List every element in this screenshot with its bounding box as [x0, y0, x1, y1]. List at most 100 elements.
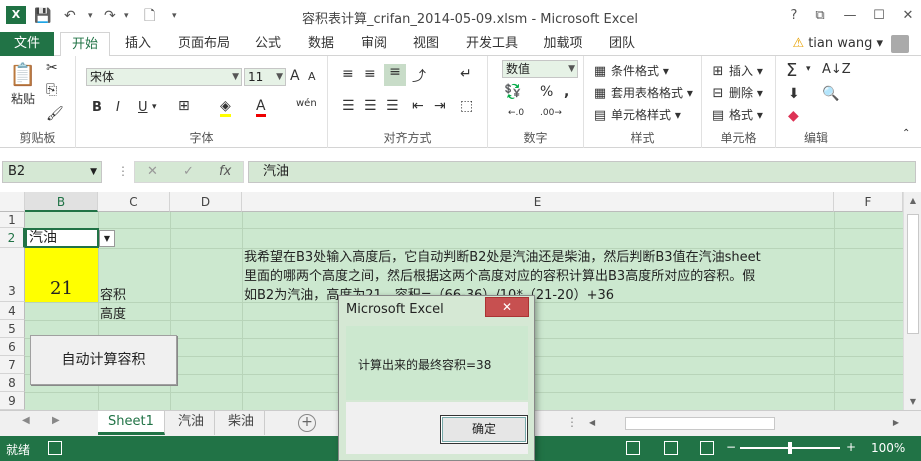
grow-font-button[interactable]: A — [290, 68, 300, 84]
align-middle-icon[interactable]: ≡ — [364, 66, 376, 82]
decrease-decimal-icon[interactable]: .00→ — [540, 108, 562, 118]
cell-b3[interactable]: 21 — [25, 248, 98, 302]
align-top-icon[interactable]: ≡ — [342, 66, 354, 82]
row-header-7[interactable]: 7 — [0, 356, 25, 374]
tab-page-layout[interactable]: 页面布局 — [172, 32, 236, 56]
help-button[interactable]: ? — [781, 5, 807, 27]
vertical-scroll-thumb[interactable] — [907, 214, 919, 334]
tab-home[interactable]: 开始 — [60, 32, 110, 57]
format-cells-button[interactable]: ▤ 格式 ▾ — [710, 106, 763, 124]
cell-styles-button[interactable]: ▤ 单元格样式 ▾ — [592, 106, 681, 124]
zoom-level[interactable]: 100% — [871, 441, 905, 455]
cell-c4[interactable]: 高度 — [100, 303, 126, 322]
scroll-left-icon[interactable]: ◀ — [589, 418, 595, 427]
row-header-8[interactable]: 8 — [0, 374, 25, 392]
align-bottom-icon[interactable]: ≡ — [384, 64, 406, 86]
tab-developer[interactable]: 开发工具 — [460, 32, 524, 56]
column-header-b[interactable]: B — [25, 192, 98, 212]
confirm-entry-icon[interactable]: ✓ — [183, 162, 194, 182]
font-color-button[interactable]: A — [256, 98, 266, 117]
column-header-f[interactable]: F — [834, 192, 903, 212]
accounting-format-icon[interactable]: 💱 — [504, 84, 521, 100]
add-sheet-button[interactable]: + — [298, 414, 316, 432]
cell-b2-selected[interactable]: 汽油 — [25, 228, 99, 248]
insert-function-icon[interactable]: fx — [219, 162, 231, 182]
row-header-5[interactable]: 5 — [0, 320, 25, 338]
select-all-corner[interactable] — [0, 192, 25, 212]
autosum-icon[interactable]: Σ — [786, 60, 797, 81]
zoom-out-button[interactable]: − — [726, 440, 736, 454]
zoom-slider-knob[interactable] — [788, 442, 792, 454]
sheet-tab-diesel[interactable]: 柴油 — [218, 411, 266, 435]
vertical-scrollbar[interactable]: ▲ ▼ — [903, 192, 921, 410]
column-header-e[interactable]: E — [242, 192, 834, 212]
horizontal-scroll-thumb[interactable] — [625, 417, 775, 430]
align-right-icon[interactable]: ☰ — [386, 98, 399, 114]
page-break-view-icon[interactable] — [700, 441, 714, 455]
next-sheet-icon[interactable]: ▶ — [52, 415, 60, 426]
tab-view[interactable]: 视图 — [408, 32, 444, 56]
row-header-9[interactable]: 9 — [0, 392, 25, 410]
align-center-icon[interactable]: ☰ — [364, 98, 377, 114]
font-name-select[interactable]: 宋体 ▼ — [86, 68, 242, 86]
insert-cells-button[interactable]: ⊞ 插入 ▾ — [710, 62, 763, 80]
sheet-tab-sheet1[interactable]: Sheet1 — [98, 411, 165, 435]
font-size-select[interactable]: 11 ▼ — [244, 68, 286, 86]
percent-button[interactable]: % — [540, 84, 553, 100]
delete-cells-button[interactable]: ⊟ 删除 ▾ — [710, 84, 763, 102]
formula-input[interactable]: 汽油 — [248, 161, 916, 183]
tab-formulas[interactable]: 公式 — [250, 32, 286, 56]
tab-file[interactable]: 文件 — [0, 32, 54, 56]
fill-color-icon[interactable]: ◈ — [220, 98, 231, 117]
shrink-font-button[interactable]: A — [308, 70, 316, 83]
tab-team[interactable]: 团队 — [604, 32, 640, 56]
scroll-right-icon[interactable]: ▶ — [893, 418, 899, 427]
row-header-1[interactable]: 1 — [0, 212, 25, 228]
undo-dropdown-icon[interactable]: ▾ — [88, 6, 93, 26]
tab-addins[interactable]: 加载项 — [538, 32, 588, 56]
row-header-3[interactable]: 3 — [0, 248, 25, 302]
copy-icon[interactable]: ⎘ — [46, 82, 57, 98]
fill-icon[interactable]: ⬇ — [788, 86, 800, 102]
tab-splitter-icon[interactable]: ⋮ — [566, 415, 578, 429]
row-header-6[interactable]: 6 — [0, 338, 25, 356]
format-as-table-button[interactable]: ▦ 套用表格格式 ▾ — [592, 84, 693, 102]
increase-indent-icon[interactable]: ⇥ — [434, 98, 446, 114]
collapse-ribbon-icon[interactable]: ⌃ — [902, 128, 910, 139]
sheet-tab-gasoline[interactable]: 汽油 — [168, 411, 216, 435]
save-icon[interactable]: 💾 — [34, 6, 51, 26]
orientation-icon[interactable]: ⤴ — [412, 66, 426, 86]
customize-qat-icon[interactable]: ▾ — [172, 6, 177, 26]
prev-sheet-icon[interactable]: ◀ — [22, 415, 30, 426]
tab-data[interactable]: 数据 — [302, 32, 340, 56]
row-header-4[interactable]: 4 — [0, 302, 25, 320]
sort-filter-icon[interactable]: A↓Z — [822, 62, 851, 77]
tab-insert[interactable]: 插入 — [116, 32, 160, 56]
close-window-button[interactable]: ✕ — [895, 5, 921, 27]
italic-button[interactable]: I — [116, 100, 120, 115]
undo-icon[interactable]: ↶ — [64, 6, 76, 26]
find-select-icon[interactable]: 🔍 — [822, 86, 839, 102]
scroll-down-icon[interactable]: ▼ — [904, 397, 921, 406]
redo-icon[interactable]: ↷ — [104, 6, 116, 26]
conditional-formatting-button[interactable]: ▦ 条件格式 ▾ — [592, 62, 669, 80]
column-header-d[interactable]: D — [170, 192, 242, 212]
data-validation-dropdown[interactable]: ▼ — [99, 230, 115, 247]
format-painter-icon[interactable]: 🖌 — [46, 106, 64, 122]
maximize-button[interactable]: ☐ — [866, 5, 892, 27]
auto-calc-volume-button[interactable]: 自动计算容积 — [30, 335, 177, 385]
paste-button[interactable]: 📋 粘贴 — [8, 62, 38, 112]
dialog-close-button[interactable]: ✕ — [485, 297, 529, 317]
ribbon-display-button[interactable]: ⧉ — [807, 5, 833, 27]
row-header-2[interactable]: 2 — [0, 228, 25, 248]
normal-view-icon[interactable] — [626, 441, 640, 455]
clear-icon[interactable]: ◆ — [788, 108, 799, 124]
tab-review[interactable]: 审阅 — [356, 32, 392, 56]
underline-dropdown-icon[interactable]: ▾ — [152, 102, 157, 112]
align-left-icon[interactable]: ☰ — [342, 98, 355, 114]
wrap-text-icon[interactable]: ↵ — [460, 66, 472, 82]
horizontal-scrollbar[interactable]: ◀ ▶ — [585, 416, 903, 432]
scroll-up-icon[interactable]: ▲ — [904, 196, 921, 205]
ok-button[interactable]: 确定 — [440, 415, 528, 444]
minimize-button[interactable]: — — [837, 5, 863, 27]
